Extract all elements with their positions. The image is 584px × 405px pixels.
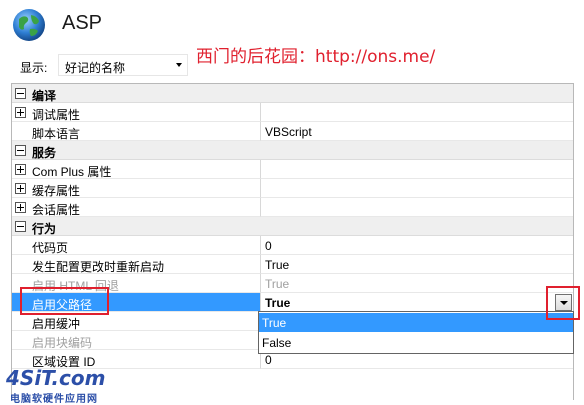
display-label: 显示:	[20, 61, 48, 75]
property-value: True	[265, 277, 290, 291]
category-row[interactable]: 编译	[12, 84, 573, 103]
annotation-box-name	[20, 287, 109, 315]
property-name-cell[interactable]: 缓存属性	[12, 179, 260, 198]
annotation-box-dropdown	[546, 286, 580, 320]
dropdown-option[interactable]: False	[259, 333, 573, 352]
window-header: ASP 西门的后花园：http://ons.me/	[0, 0, 584, 67]
property-name: 启用块编码	[32, 336, 93, 350]
property-value-cell[interactable]	[260, 179, 573, 198]
property-name: 会话属性	[32, 203, 81, 217]
property-row[interactable]: 缓存属性	[12, 179, 573, 198]
globe-icon	[13, 9, 45, 41]
dropdown-option-label: True	[262, 316, 287, 330]
property-value-cell[interactable]: True	[260, 293, 573, 312]
property-row[interactable]: 发生配置更改时重新启动 True	[12, 255, 573, 274]
property-name: 代码页	[32, 241, 69, 255]
property-row[interactable]: 脚本语言 VBScript	[12, 122, 573, 141]
expand-icon[interactable]	[15, 183, 26, 194]
expand-icon[interactable]	[15, 202, 26, 213]
value-dropdown-list: True False	[258, 311, 574, 354]
property-name-cell[interactable]: 脚本语言	[12, 122, 260, 141]
logo-text: 4SiT.com	[6, 366, 106, 390]
property-row[interactable]: 代码页 0	[12, 236, 573, 255]
collapse-icon[interactable]	[15, 221, 26, 232]
property-name: 编译	[32, 89, 57, 103]
property-name-cell[interactable]: 编译	[12, 84, 573, 103]
collapse-icon[interactable]	[15, 88, 26, 99]
dropdown-option-label: False	[262, 336, 292, 350]
collapse-icon[interactable]	[15, 145, 26, 156]
property-row[interactable]: 会话属性	[12, 198, 573, 217]
property-name-cell[interactable]: Com Plus 属性	[12, 160, 260, 179]
property-value-cell[interactable]: True	[260, 255, 573, 274]
property-name-cell[interactable]: 代码页	[12, 236, 260, 255]
property-value: 0	[265, 353, 272, 367]
property-value-cell[interactable]: True	[260, 274, 573, 293]
property-name-cell[interactable]: 会话属性	[12, 198, 260, 217]
property-name: 缓存属性	[32, 184, 81, 198]
property-value: True	[265, 296, 291, 310]
display-select-value: 好记的名称	[65, 61, 126, 75]
property-name-cell[interactable]: 调试属性	[12, 103, 260, 122]
property-name: 脚本语言	[32, 127, 81, 141]
expand-icon[interactable]	[15, 164, 26, 175]
display-select[interactable]: 好记的名称	[58, 54, 188, 76]
logo-subtext: 电脑软硬件应用网	[10, 394, 98, 405]
property-name: 发生配置更改时重新启动	[32, 260, 165, 274]
property-value-cell[interactable]: VBScript	[260, 122, 573, 141]
property-name: 调试属性	[32, 108, 81, 122]
property-value-cell[interactable]	[260, 103, 573, 122]
property-value-cell[interactable]	[260, 160, 573, 179]
property-name: 服务	[32, 146, 57, 160]
property-value: True	[265, 258, 290, 272]
chevron-down-icon	[176, 63, 182, 67]
property-name: 行为	[32, 222, 57, 236]
property-value-cell[interactable]: 0	[260, 236, 573, 255]
page-title: ASP	[62, 12, 103, 34]
property-name-cell[interactable]: 行为	[12, 217, 573, 236]
property-value-cell[interactable]	[260, 198, 573, 217]
category-row[interactable]: 服务	[12, 141, 573, 160]
property-row[interactable]: 调试属性	[12, 103, 573, 122]
property-value: VBScript	[265, 125, 312, 139]
property-name: Com Plus 属性	[32, 165, 112, 179]
property-name-cell[interactable]: 发生配置更改时重新启动	[12, 255, 260, 274]
property-row[interactable]: Com Plus 属性	[12, 160, 573, 179]
property-name: 启用缓冲	[32, 317, 81, 331]
dropdown-option[interactable]: True	[259, 313, 573, 332]
property-name-cell[interactable]: 服务	[12, 141, 573, 160]
property-value: 0	[265, 239, 272, 253]
property-name-cell[interactable]: 启用块编码	[12, 331, 260, 350]
category-row[interactable]: 行为	[12, 217, 573, 236]
expand-icon[interactable]	[15, 107, 26, 118]
watermark-text: 西门的后花园：http://ons.me/	[196, 47, 436, 67]
